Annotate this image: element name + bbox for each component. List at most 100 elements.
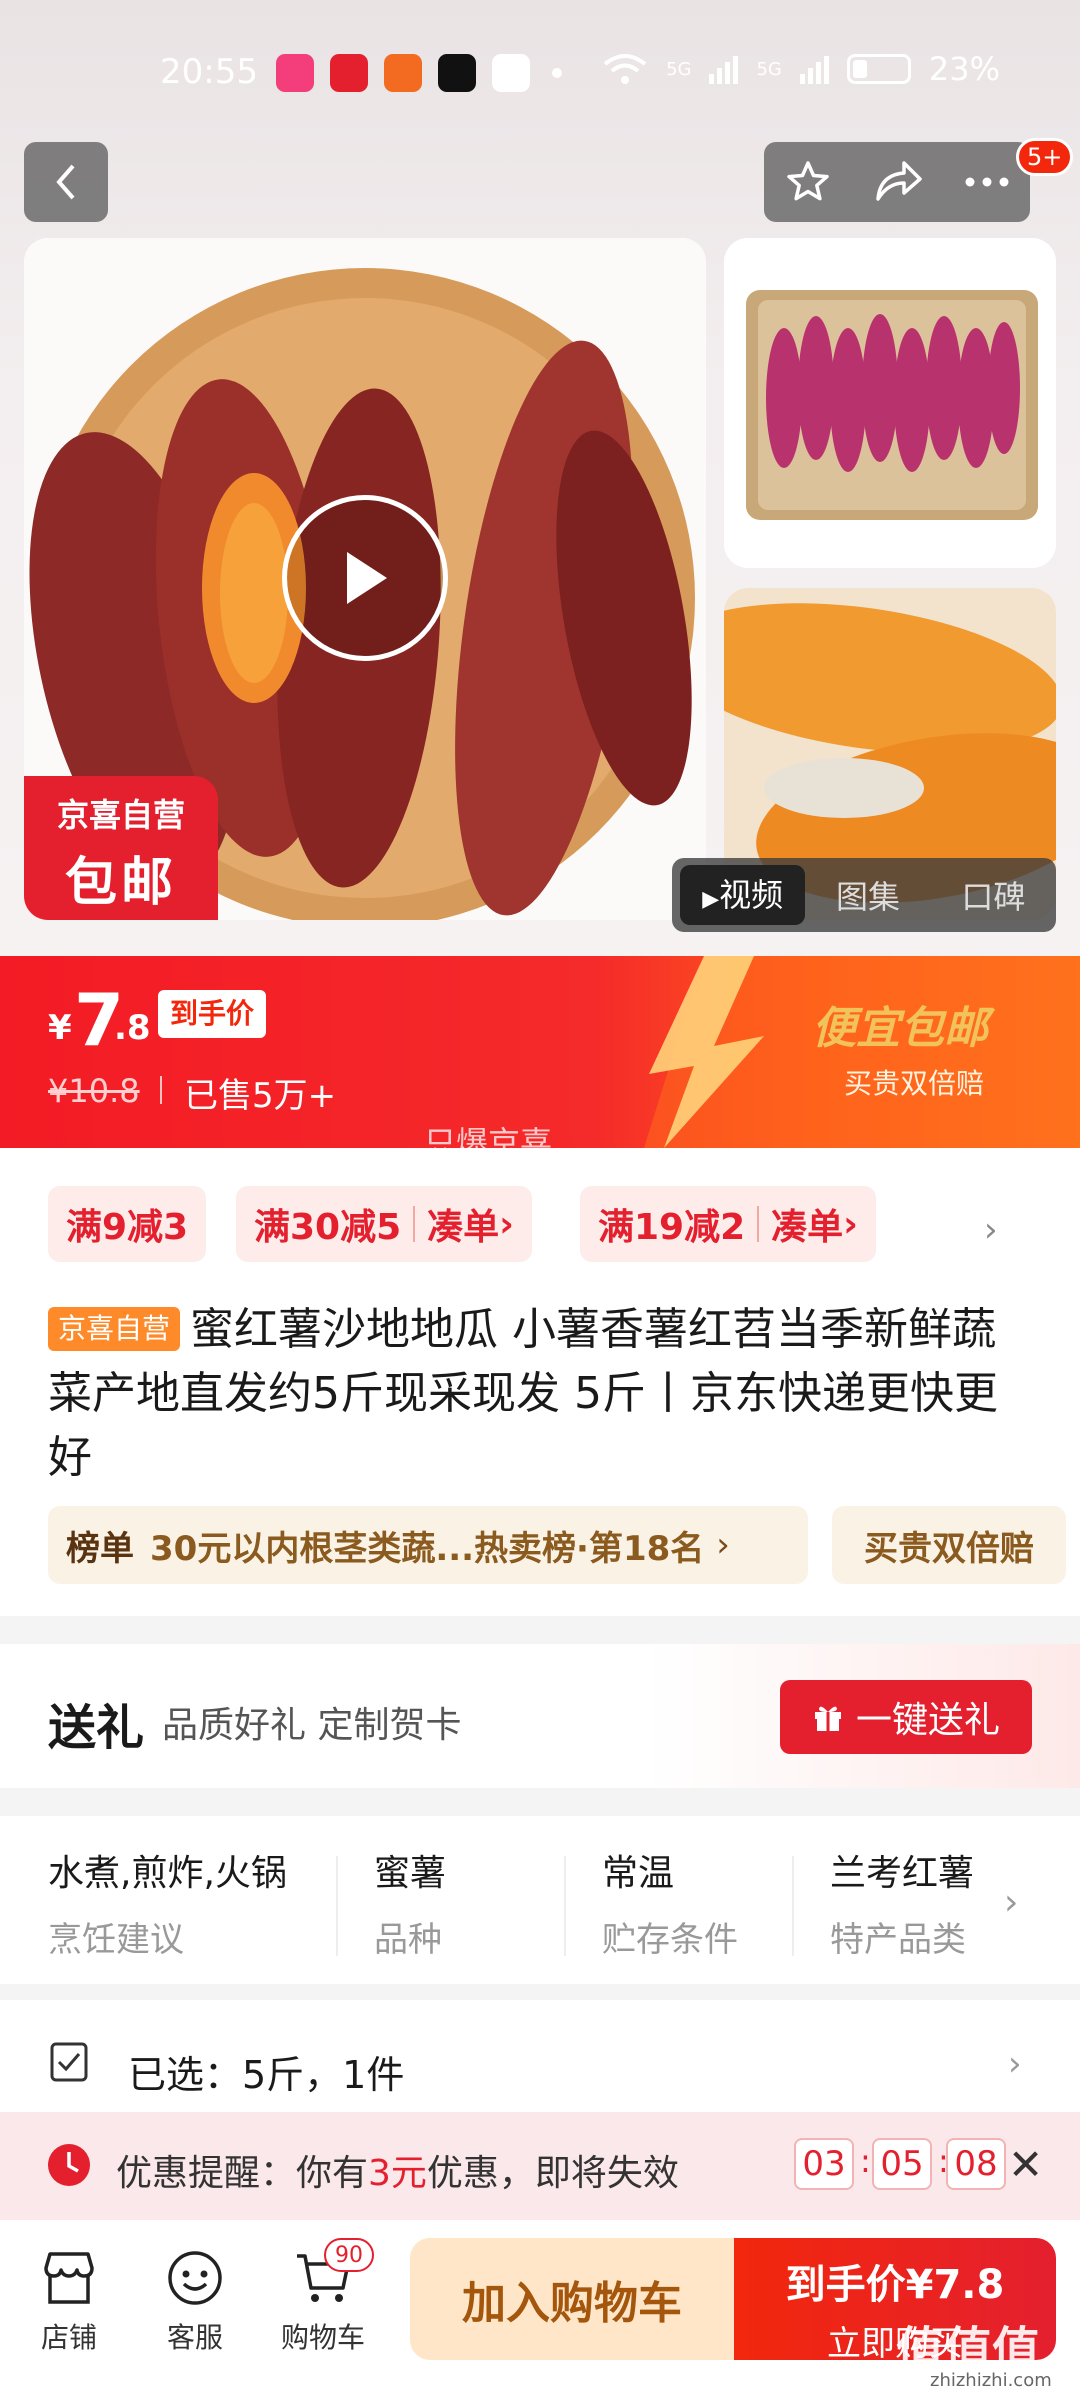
coupon-chip[interactable]: 满30减5 凑单 › bbox=[236, 1186, 533, 1262]
cart-label: 购物车 bbox=[280, 2321, 365, 2354]
gift-title: 送礼 bbox=[48, 1700, 145, 1756]
selected-spec-row[interactable]: 已选：5斤，1件 › bbox=[0, 2000, 1080, 2112]
battery-level: 23% bbox=[928, 50, 1000, 88]
tiktok-icon bbox=[438, 54, 476, 92]
chevron-right-icon: › bbox=[499, 1203, 515, 1245]
attribute-item: 水煮,煎炸,火锅 烹饪建议 bbox=[48, 1844, 287, 1961]
reminder-amount: 3元 bbox=[368, 2153, 427, 2194]
gift-subtitle: 品质好礼 定制贺卡 bbox=[162, 1705, 462, 1746]
checklist-icon bbox=[50, 2042, 88, 2082]
countdown-hours: 03 bbox=[794, 2138, 854, 2190]
coupon-divider bbox=[757, 1206, 760, 1242]
attribute-item: 兰考红薯 特产品类 bbox=[830, 1844, 980, 1961]
send-gift-button[interactable]: 一键送礼 bbox=[780, 1680, 1032, 1754]
divider bbox=[564, 1856, 566, 1956]
realme-icon bbox=[492, 54, 530, 92]
divider bbox=[336, 1856, 338, 1956]
signal-icon bbox=[799, 54, 829, 84]
original-price: ¥10.8 bbox=[48, 1072, 140, 1110]
chevron-right-icon: › bbox=[1008, 2044, 1022, 2084]
close-reminder-icon[interactable]: ✕ bbox=[1008, 2140, 1043, 2189]
customer-service-button[interactable]: 客服 bbox=[140, 2240, 250, 2356]
ranking-chip[interactable]: 榜单 30元以内根茎类蔬...热卖榜·第18名 › bbox=[48, 1506, 808, 1584]
attribute-item: 蜜薯 品种 bbox=[374, 1844, 594, 1961]
divider bbox=[160, 1076, 162, 1104]
free-shipping-label: 包邮 bbox=[64, 853, 177, 913]
countdown-seconds: 08 bbox=[946, 2138, 1006, 2190]
price-guarantee-chip[interactable]: 买贵双倍赔 bbox=[832, 1506, 1066, 1584]
back-button[interactable] bbox=[24, 142, 108, 222]
reminder-text: 优惠提醒：你有3元优惠，即将失效 bbox=[116, 2144, 679, 2196]
discount-reminder: 优惠提醒：你有3元优惠，即将失效 03 : 05 : ✕ bbox=[0, 2112, 1080, 2220]
tab-reviews[interactable]: 口碑 bbox=[931, 872, 1056, 918]
coupon-divider bbox=[413, 1206, 416, 1242]
reminder-prefix: 优惠提醒：你有 bbox=[116, 2153, 369, 2194]
promo-slogan: 便宜包邮 bbox=[812, 1003, 988, 1054]
selected-spec-text: 已选：5斤，1件 bbox=[128, 2053, 405, 2097]
chevron-left-icon bbox=[56, 164, 75, 200]
countdown-separator: : bbox=[860, 2142, 871, 2180]
tab-video-label: 视频 bbox=[719, 876, 784, 914]
store-label: 店铺 bbox=[40, 2321, 97, 2354]
signal-icon bbox=[709, 54, 739, 84]
gift-icon bbox=[814, 1706, 841, 1731]
message-badge: 5+ bbox=[1016, 138, 1074, 176]
coupons-more-chevron-icon[interactable]: › bbox=[984, 1210, 998, 1250]
status-time: 20:55 bbox=[160, 52, 258, 92]
app-notification-icon bbox=[276, 54, 314, 92]
coupon-action: 凑单 bbox=[427, 1207, 500, 1248]
gift-card: 送礼 品质好礼 定制贺卡 一键送礼 bbox=[0, 1644, 1080, 1788]
attribute-key: 品种 bbox=[374, 1920, 442, 1960]
coupon-chip[interactable]: 满19减2 凑单 › bbox=[580, 1186, 877, 1262]
chevron-right-icon: › bbox=[843, 1203, 859, 1245]
buy-price-label: 到手价¥7.8 bbox=[785, 2262, 1005, 2308]
store-icon bbox=[44, 2252, 94, 2304]
battery-icon bbox=[846, 54, 911, 84]
app-notification-icon bbox=[330, 54, 368, 92]
tab-gallery[interactable]: 图集 bbox=[805, 872, 930, 918]
self-operated-tag: 京喜自营 bbox=[48, 1307, 181, 1351]
attribute-key: 贮存条件 bbox=[602, 1920, 738, 1960]
banner-watermark: 只爆京喜 bbox=[424, 1124, 553, 1148]
price-decimal: .8 bbox=[114, 1008, 151, 1048]
star-icon[interactable] bbox=[784, 158, 832, 206]
attribute-key: 特产品类 bbox=[830, 1920, 966, 1960]
wifi-icon bbox=[603, 54, 647, 84]
final-price-tag: 到手价 bbox=[158, 990, 267, 1038]
product-title-text: 蜜红薯沙地地瓜 小薯香薯红苕当季新鲜蔬菜产地直发约5斤现采现发 5斤丨京东快递更… bbox=[48, 1304, 998, 1483]
attribute-value: 水煮,煎炸,火锅 bbox=[48, 1853, 287, 1894]
site-watermark-url: zhizhizhi.com bbox=[930, 2370, 1052, 2391]
tab-video[interactable]: ▶视频 bbox=[680, 865, 806, 925]
attribute-key: 烹饪建议 bbox=[48, 1920, 184, 1960]
attributes-card[interactable]: 水煮,煎炸,火锅 烹饪建议 蜜薯 品种 常温 贮存条件 兰考红薯 特产品类 › bbox=[0, 1816, 1080, 1984]
thumbnail-basket-image[interactable] bbox=[724, 238, 1056, 568]
cart-count-badge: 90 bbox=[324, 2238, 374, 2272]
attribute-value: 常温 bbox=[602, 1853, 675, 1894]
more-icon[interactable] bbox=[964, 176, 1010, 188]
product-info-card: 满9减3 满30减5 凑单 › 满19减2 凑单 › › 京喜自营 蜜红薯沙地地瓜… bbox=[0, 1148, 1080, 1616]
status-bar: 20:55 5G 5G 23% bbox=[0, 40, 1080, 110]
share-icon[interactable] bbox=[872, 159, 924, 205]
coupon-label: 满30减5 bbox=[254, 1207, 402, 1248]
play-video-button[interactable] bbox=[282, 495, 448, 661]
network-label: 5G bbox=[666, 58, 692, 80]
coupon-chip[interactable]: 满9减3 bbox=[48, 1186, 207, 1262]
sweet-potato-basket-image bbox=[724, 238, 1056, 568]
divider bbox=[792, 1856, 794, 1956]
smiley-icon bbox=[168, 2251, 222, 2305]
media-tabs: ▶视频 图集 口碑 bbox=[672, 858, 1056, 932]
promo-subtitle: 买贵双倍赔 bbox=[844, 1067, 985, 1100]
jingxi-free-shipping-tag: 京喜自营 包邮 bbox=[24, 776, 218, 920]
send-gift-label: 一键送礼 bbox=[855, 1700, 1000, 1741]
attribute-value: 蜜薯 bbox=[374, 1853, 447, 1894]
chevron-right-icon: › bbox=[716, 1525, 730, 1565]
chevron-right-icon: › bbox=[1004, 1882, 1019, 1923]
store-button[interactable]: 店铺 bbox=[14, 2240, 124, 2356]
attribute-value: 兰考红薯 bbox=[830, 1853, 975, 1894]
play-icon bbox=[347, 552, 387, 604]
self-operated-label: 京喜自营 bbox=[56, 796, 185, 834]
add-to-cart-button[interactable]: 加入购物车 bbox=[410, 2238, 734, 2360]
attribute-item: 常温 贮存条件 bbox=[602, 1844, 822, 1961]
price-currency: ¥ bbox=[48, 1008, 72, 1048]
top-actions bbox=[764, 142, 1030, 222]
